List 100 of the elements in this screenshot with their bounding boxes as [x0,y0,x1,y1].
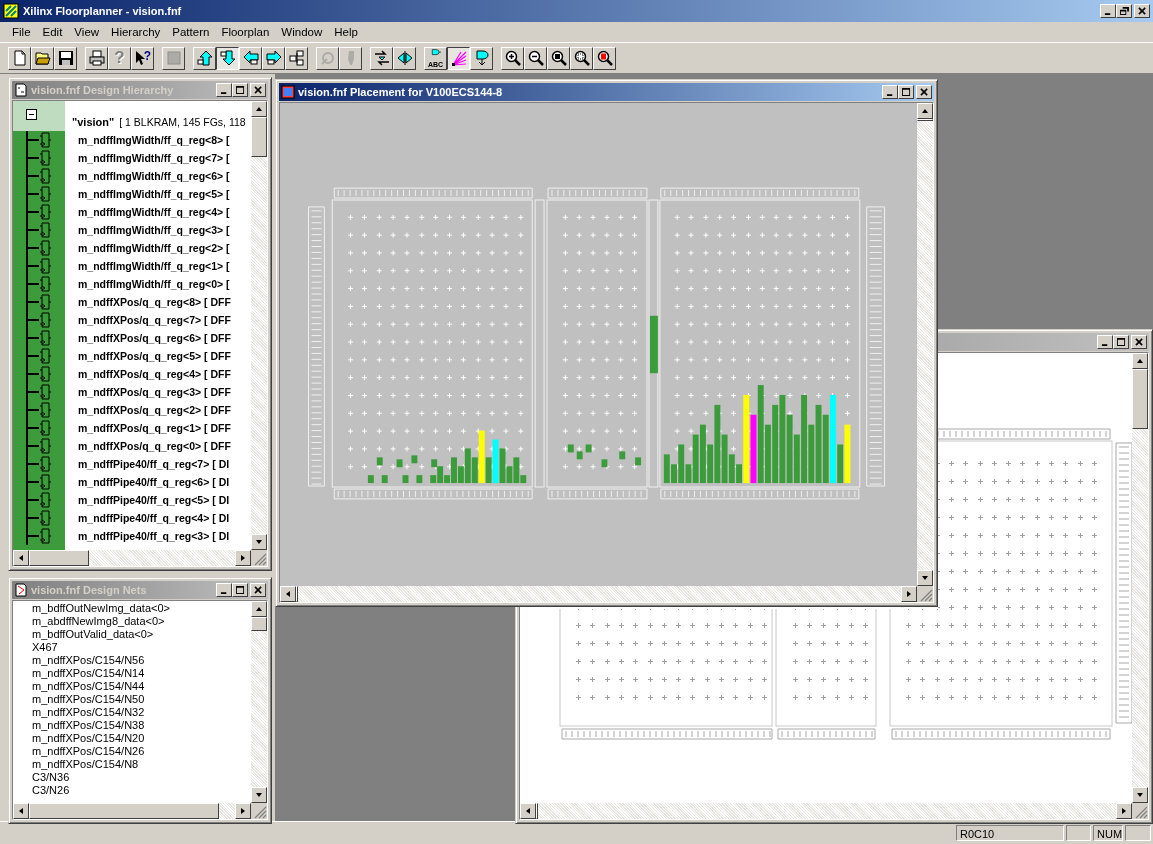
tree-node-label[interactable]: m_ndffPipe40/ff_q_reg<4> [ DI [78,512,230,524]
tree-node-label[interactable]: m_ndffXPos/q_q_reg<0> [ DFF [78,440,231,452]
zoom-selection-button[interactable] [593,46,616,70]
scroll-up-button[interactable] [251,601,267,617]
menu-item[interactable]: View [68,24,106,40]
net-item[interactable]: m_ndffXPos/C154/N20 [32,732,251,745]
net-item[interactable]: m_ndffXPos/C154/N32 [32,706,251,719]
scroll-down-button[interactable] [251,534,267,550]
scroll-down-button[interactable] [1132,787,1148,803]
scroll-left-button[interactable] [13,803,29,819]
tree-node-label[interactable]: m_ndffPipe40/ff_q_reg<7> [ DI [78,458,230,470]
net-item[interactable]: m_ndffXPos/C154/N26 [32,745,251,758]
net-item[interactable]: m_ndffXPos/C154/N44 [32,680,251,693]
tree-node-label[interactable]: m_ndffImgWidth/ff_q_reg<3> [ [78,224,230,236]
close-button[interactable] [916,85,932,99]
tree-node-label[interactable]: m_ndffImgWidth/ff_q_reg<7> [ [78,152,230,164]
zoom-area-button[interactable] [570,46,593,70]
tree-node-label[interactable]: m_ndffXPos/q_q_reg<3> [ DFF [78,386,231,398]
maximize-button[interactable] [898,85,914,99]
minimize-button[interactable] [216,83,232,97]
mirror-button[interactable] [393,46,416,70]
net-item[interactable]: m_abdffNewImg8_data<0> [32,615,251,628]
tree-node-label[interactable]: m_ndffPipe40/ff_q_reg<6> [ DI [78,476,230,488]
net-item[interactable]: m_ndffXPos/C154/N14 [32,667,251,680]
menu-item[interactable]: Help [328,24,364,40]
size-grip-icon[interactable] [1132,803,1148,819]
move-left-button[interactable] [239,46,262,70]
scroll-up-button[interactable] [917,103,933,119]
restore-button[interactable] [1116,4,1132,18]
tree-node-label[interactable]: m_ndffXPos/q_q_reg<5> [ DFF [78,350,231,362]
vertical-scrollbar[interactable] [1132,353,1148,803]
swap-button[interactable] [370,46,393,70]
vertical-scrollbar[interactable] [917,103,933,586]
size-grip-icon[interactable] [251,550,267,566]
net-item[interactable]: m_bdffOutValid_data<0> [32,628,251,641]
scroll-right-button[interactable] [235,550,251,566]
print-button[interactable] [85,46,108,70]
scroll-right-button[interactable] [901,586,917,602]
net-item[interactable]: m_ndffXPos/C154/N50 [32,693,251,706]
save-button[interactable] [54,46,77,70]
collapse-icon[interactable] [26,109,37,120]
horizontal-scrollbar[interactable] [520,803,1132,819]
tree-node-label[interactable]: m_ndffPipe40/ff_q_reg<3> [ DI [78,530,230,542]
net-item[interactable]: m_ndffXPos/C154/N38 [32,719,251,732]
hierarchy-up-button[interactable] [193,46,216,70]
zoom-out-button[interactable] [524,46,547,70]
horizontal-scrollbar[interactable] [280,586,917,602]
scroll-down-button[interactable] [251,787,267,803]
size-grip-icon[interactable] [917,586,933,602]
zoom-in-button[interactable] [501,46,524,70]
scroll-thumb[interactable] [29,803,219,819]
tree-node-label[interactable]: m_ndffImgWidth/ff_q_reg<8> [ [78,134,230,146]
maximize-button[interactable] [232,83,248,97]
net-item[interactable]: m_ndffXPos/C154/N56 [32,654,251,667]
scroll-right-button[interactable] [1116,803,1132,819]
minimize-button[interactable] [1097,335,1113,349]
new-file-button[interactable] [8,46,31,70]
size-grip-icon[interactable] [251,803,267,819]
tree-node-label[interactable]: "vision" [72,116,115,128]
scroll-up-button[interactable] [251,101,267,117]
minimize-button[interactable] [216,583,232,597]
tree-node-label[interactable]: m_ndffXPos/q_q_reg<6> [ DFF [78,332,231,344]
scroll-left-button[interactable] [13,550,29,566]
horizontal-scrollbar[interactable] [13,550,251,566]
scroll-thumb[interactable] [251,617,267,631]
tree-node-label[interactable]: m_ndffXPos/q_q_reg<4> [ DFF [78,368,231,380]
tree-node-label[interactable]: m_ndffImgWidth/ff_q_reg<2> [ [78,242,230,254]
flow-button[interactable] [470,46,493,70]
scroll-left-button[interactable] [280,586,296,602]
scroll-down-button[interactable] [917,570,933,586]
scroll-thumb[interactable] [29,550,89,566]
net-item[interactable]: m_bdffOutNewImg_data<0> [32,602,251,615]
close-button[interactable] [250,583,266,597]
tree-node-label[interactable]: m_ndffImgWidth/ff_q_reg<0> [ [78,278,230,290]
menu-item[interactable]: Pattern [166,24,216,40]
close-button[interactable] [1134,4,1150,18]
net-item[interactable]: m_ndffXPos/C154/N8 [32,758,251,771]
minimize-button[interactable] [1100,4,1116,18]
maximize-button[interactable] [232,583,248,597]
net-item[interactable]: C3/N36 [32,771,251,784]
minimize-button[interactable] [882,85,898,99]
scroll-thumb[interactable] [917,119,933,121]
tree-node-label[interactable]: m_ndffImgWidth/ff_q_reg<5> [ [78,188,230,200]
tree-node-label[interactable]: m_ndffPipe40/ff_q_reg<5> [ DI [78,494,230,506]
close-button[interactable] [1131,335,1147,349]
maximize-button[interactable] [1113,335,1129,349]
menu-item[interactable]: Edit [36,24,69,40]
vertical-scrollbar[interactable] [251,101,267,550]
close-button[interactable] [250,83,266,97]
tree-node-label[interactable]: m_ndffXPos/q_q_reg<8> [ DFF [78,296,231,308]
tree-node-label[interactable]: m_ndffXPos/q_q_reg<2> [ DFF [78,404,231,416]
menu-item[interactable]: Window [275,24,329,40]
tree-node-label[interactable]: m_ndffImgWidth/ff_q_reg<6> [ [78,170,230,182]
open-button[interactable] [31,46,54,70]
scroll-right-button[interactable] [235,803,251,819]
tree-node-label[interactable]: m_ndffXPos/q_q_reg<1> [ DFF [78,422,231,434]
tree-node-label[interactable]: m_ndffXPos/q_q_reg<7> [ DFF [78,314,231,326]
context-help-button[interactable]: ? [131,46,154,70]
scroll-thumb[interactable] [1132,369,1148,429]
tree-node-label[interactable]: m_ndffImgWidth/ff_q_reg<1> [ [78,260,230,272]
